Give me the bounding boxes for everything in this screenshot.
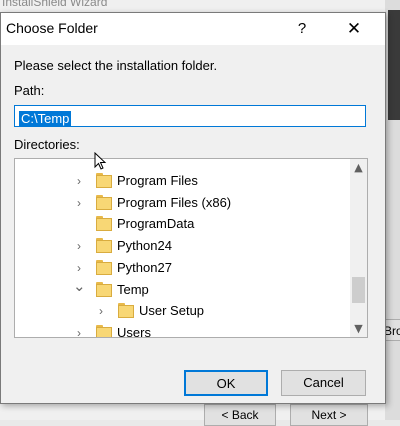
folder-icon xyxy=(118,303,134,319)
folder-icon xyxy=(96,216,112,232)
tree-item-label: Python24 xyxy=(117,238,172,254)
tree-item[interactable]: ProgramData xyxy=(15,213,345,235)
chevron-right-icon[interactable]: › xyxy=(73,192,85,214)
background-back-button[interactable]: < Back xyxy=(204,404,276,426)
help-button[interactable]: ? xyxy=(291,17,313,41)
chevron-right-icon[interactable]: › xyxy=(95,300,107,322)
folder-icon xyxy=(96,281,112,297)
folder-icon xyxy=(96,324,112,337)
tree-item-label: Program Files xyxy=(117,173,198,188)
chevron-right-icon[interactable]: › xyxy=(73,235,85,257)
tree-item-label: User Setup xyxy=(139,303,205,319)
chevron-right-icon[interactable]: › xyxy=(73,322,85,337)
background-image-strip xyxy=(388,10,400,120)
tree-item-label: Users xyxy=(117,324,151,338)
tree-item[interactable]: › Python27 xyxy=(15,257,345,279)
scroll-thumb[interactable] xyxy=(352,277,365,303)
folder-icon xyxy=(96,194,112,210)
vertical-scrollbar[interactable]: ▲ ▼ xyxy=(350,159,367,337)
chevron-right-icon[interactable]: › xyxy=(73,170,85,192)
tree-item-label: Python27 xyxy=(117,259,172,275)
tree-item-label: Temp xyxy=(117,281,149,297)
tree-item[interactable]: › Program Files xyxy=(15,170,345,192)
path-label: Path: xyxy=(14,83,45,98)
close-icon[interactable]: ✕ xyxy=(341,17,367,41)
tree-item-label: Program Files (x86) xyxy=(117,194,232,210)
scroll-down-icon[interactable]: ▼ xyxy=(350,320,367,337)
tree-item[interactable]: › Users xyxy=(15,322,345,338)
folder-icon xyxy=(96,173,112,188)
background-next-button[interactable]: Next > xyxy=(290,404,368,426)
chevron-right-icon[interactable] xyxy=(73,213,85,235)
ok-button[interactable]: OK xyxy=(184,370,268,396)
folder-icon xyxy=(96,238,112,254)
cancel-button[interactable]: Cancel xyxy=(281,370,366,396)
dialog-titlebar: Choose Folder ? ✕ xyxy=(1,13,385,45)
path-input[interactable]: C:\Temp xyxy=(14,105,366,127)
choose-folder-dialog: Choose Folder ? ✕ Please select the inst… xyxy=(0,12,386,404)
tree-item[interactable]: ⌄ Temp xyxy=(15,278,345,301)
path-input-value: C:\Temp xyxy=(19,111,72,127)
tree-item[interactable]: › User Setup xyxy=(15,300,345,322)
directory-tree[interactable]: › Program Files › Program Files (x86) Progra… xyxy=(14,158,368,338)
dialog-title: Choose Folder xyxy=(6,20,98,36)
directories-label: Directories: xyxy=(14,137,80,152)
scroll-up-icon[interactable]: ▲ xyxy=(350,159,367,176)
instruction-text: Please select the installation folder. xyxy=(14,58,218,73)
mouse-cursor-icon xyxy=(94,152,107,170)
chevron-down-icon[interactable]: ⌄ xyxy=(73,278,86,301)
tree-item[interactable]: › Program Files (x86) xyxy=(15,192,345,214)
tree-item-label: ProgramData xyxy=(117,216,195,232)
chevron-right-icon[interactable]: › xyxy=(73,257,85,279)
folder-icon xyxy=(96,259,112,275)
background-window-title: InstallShield Wizard xyxy=(2,0,108,9)
tree-item[interactable]: › Python24 xyxy=(15,235,345,257)
